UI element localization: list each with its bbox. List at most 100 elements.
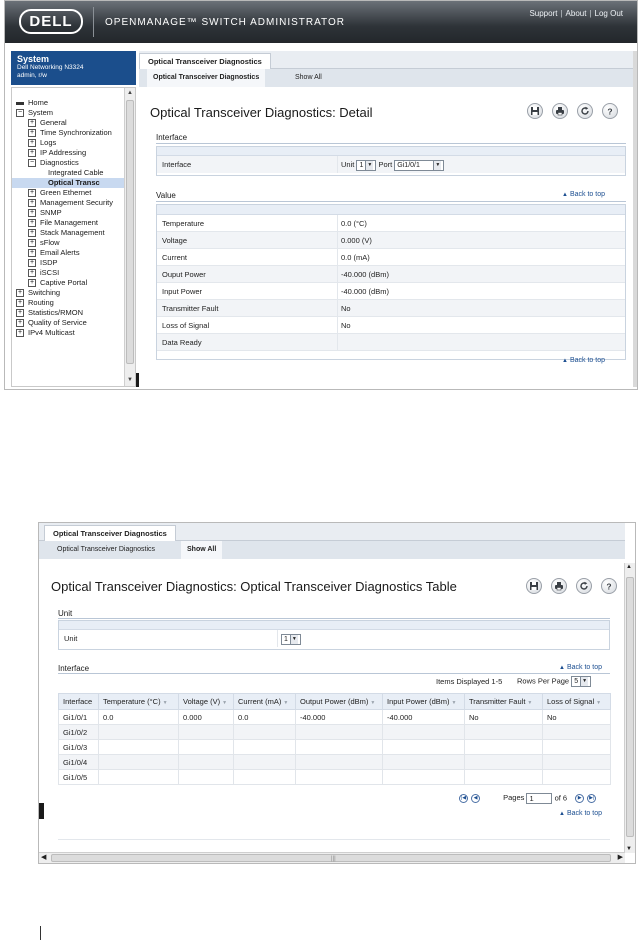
scroll-up-icon[interactable]: ▲ [626,564,632,570]
expand-icon[interactable]: + [28,129,36,138]
tree-item[interactable]: Optical Transc [12,178,124,188]
sort-icon[interactable]: ▼ [596,700,601,706]
tab-optical-transceiver-diagnostics[interactable]: Optical Transceiver Diagnostics [139,53,271,69]
table-row[interactable]: Gi1/0/3 [58,739,611,755]
scroll-down-icon[interactable]: ▼ [126,376,134,385]
scrollbar-thumb[interactable] [626,577,634,837]
content-scrollbar[interactable] [633,51,637,387]
print-icon[interactable] [551,578,567,594]
tree-item[interactable]: + iSCSI [12,268,124,278]
sidebar-scrollbar[interactable]: ▲ ▼ [124,88,135,386]
scroll-down-icon[interactable]: ▼ [626,846,632,852]
expand-icon[interactable]: + [28,249,36,258]
vertical-scrollbar[interactable]: ▲ ▼ [624,563,635,853]
logout-link[interactable]: Log Out [595,9,623,18]
scroll-up-icon[interactable]: ▲ [126,89,134,98]
expand-icon[interactable]: + [28,199,36,208]
back-to-top-link[interactable]: ▲ Back to top [562,191,605,198]
tree-item[interactable]: + sFlow [12,238,124,248]
tree-item[interactable]: + Logs [12,138,124,148]
help-icon[interactable]: ? [601,578,617,594]
column-header[interactable]: Output Power (dBm) ▼ [295,693,383,710]
column-header[interactable]: Transmitter Fault ▼ [464,693,543,710]
about-link[interactable]: About [566,9,587,18]
next-page-icon[interactable]: ▶ [575,794,585,803]
table-row[interactable]: Gi1/0/1 0.0 0.000 0.0 -40.000 -40.000 No No [58,709,611,725]
save-icon[interactable] [526,578,542,594]
column-header[interactable]: Interface [58,693,99,710]
support-link[interactable]: Support [529,9,557,18]
expand-icon[interactable]: + [16,289,24,298]
expand-icon[interactable]: + [28,239,36,248]
sort-icon[interactable]: ▼ [283,700,288,706]
print-icon[interactable] [552,103,568,119]
tree-item[interactable]: + ISDP [12,258,124,268]
tree-item[interactable]: + Time Synchronization [12,128,124,138]
help-icon[interactable]: ? [602,103,618,119]
tree-item[interactable]: + Switching [12,288,124,298]
expand-icon[interactable]: + [16,309,24,318]
tree-item[interactable]: + File Management [12,218,124,228]
tree-item[interactable]: + Quality of Service [12,318,124,328]
tree-item[interactable]: + Green Ethernet [12,188,124,198]
scroll-left-icon[interactable]: ◀ [41,853,46,861]
subtab-optical-transceiver-diagnostics[interactable]: Optical Transceiver Diagnostics [51,541,161,559]
first-page-icon[interactable]: |◀ [459,794,468,803]
table-row[interactable]: Gi1/0/4 [58,754,611,770]
sidebar-collapse-handle[interactable] [39,803,44,819]
expand-icon[interactable]: + [28,209,36,218]
back-to-top-link[interactable]: ▲ Back to top [559,664,602,671]
unit-select[interactable]: 1 ▼ [281,633,301,645]
expand-icon[interactable]: + [16,299,24,308]
tree-item[interactable]: + Stack Management [12,228,124,238]
collapse-icon[interactable]: − [16,109,24,118]
save-icon[interactable] [527,103,543,119]
tree-item[interactable]: + SNMP [12,208,124,218]
prev-page-icon[interactable]: ◀ [471,794,480,803]
sort-icon[interactable]: ▼ [527,700,532,706]
subtab-show-all[interactable]: Show All [181,541,223,559]
expand-icon[interactable]: + [28,219,36,228]
expand-icon[interactable]: + [28,259,36,268]
expand-icon[interactable]: + [28,229,36,238]
subtab-optical-transceiver-diagnostics[interactable]: Optical Transceiver Diagnostics [147,69,266,87]
port-select[interactable]: Gi1/0/1 ▼ [394,159,445,171]
column-header[interactable]: Loss of Signal ▼ [542,693,611,710]
tree-item[interactable]: + Management Security [12,198,124,208]
scrollbar-thumb[interactable] [126,100,134,364]
subtab-show-all[interactable]: Show All [289,69,328,87]
table-row[interactable]: Gi1/0/2 [58,724,611,740]
expand-icon[interactable]: + [28,149,36,158]
tree-item[interactable]: + Routing [12,298,124,308]
tree-item[interactable]: + Email Alerts [12,248,124,258]
expand-icon[interactable]: + [28,279,36,288]
tree-item[interactable]: Integrated Cable [12,168,124,178]
tree-item[interactable]: + Statistics/RMON [12,308,124,318]
horizontal-scrollbar[interactable]: ◀ ||| ▶ [39,852,625,863]
collapse-icon[interactable]: − [28,159,36,168]
last-page-icon[interactable]: ▶| [587,794,597,803]
page-number-input[interactable]: 1 [526,793,553,804]
tree-item[interactable]: − Diagnostics [12,158,124,168]
expand-icon[interactable]: + [28,189,36,198]
sort-icon[interactable]: ▼ [222,700,227,706]
tree-item[interactable]: Home [12,98,124,108]
expand-icon[interactable]: + [28,269,36,278]
expand-icon[interactable]: + [28,139,36,148]
unit-select[interactable]: 1 ▼ [356,159,377,171]
tree-item[interactable]: + IPv4 Multicast [12,328,124,338]
column-header[interactable]: Temperature (°C) ▼ [98,693,179,710]
sort-icon[interactable]: ▼ [163,700,168,706]
back-to-top-link[interactable]: ▲ Back to top [559,810,602,817]
column-header[interactable]: Input Power (dBm) ▼ [382,693,465,710]
table-row[interactable]: Gi1/0/5 [58,769,611,785]
refresh-icon[interactable] [577,103,593,119]
tree-item[interactable]: + IP Addressing [12,148,124,158]
refresh-icon[interactable] [576,578,592,594]
back-to-top-link[interactable]: ▲ Back to top [562,357,605,364]
expand-icon[interactable]: + [16,319,24,328]
scroll-right-icon[interactable]: ▶ [618,853,623,861]
expand-icon[interactable]: + [16,329,24,338]
column-header[interactable]: Current (mA) ▼ [233,693,296,710]
tree-item[interactable]: − System [12,108,124,118]
